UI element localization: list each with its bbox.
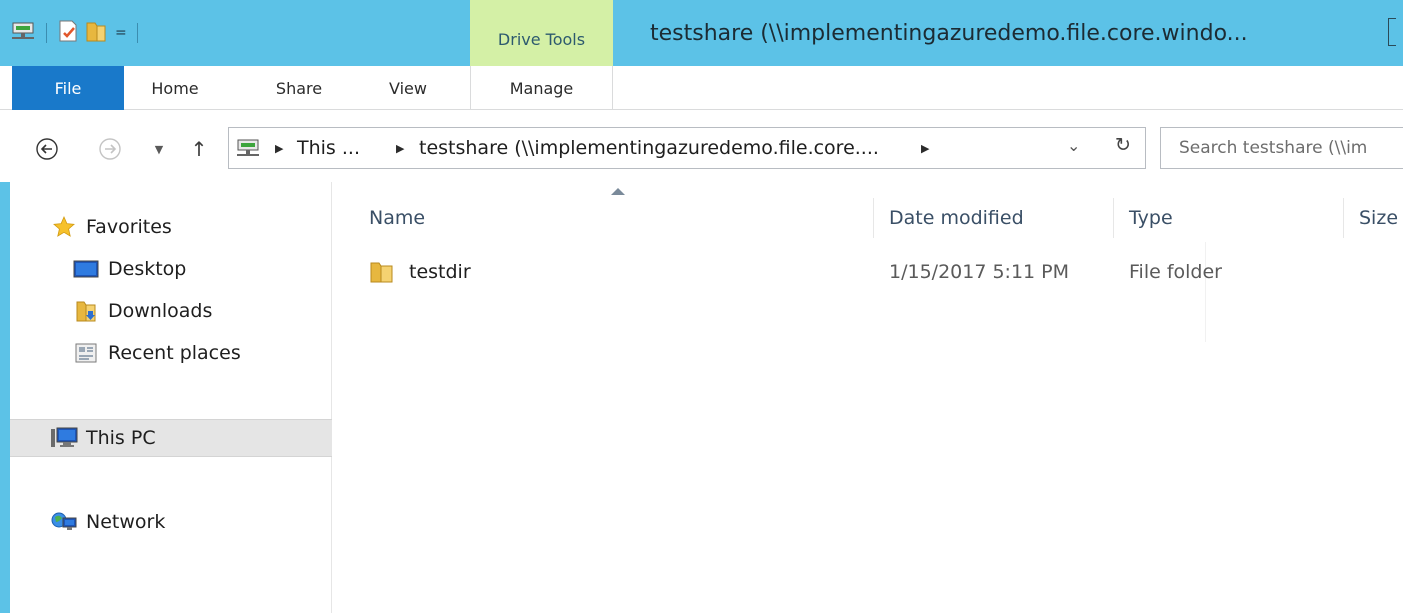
window-control-edge (1388, 18, 1396, 46)
column-header-type[interactable]: Type (1129, 198, 1173, 238)
sidebar-item-this-pc[interactable]: This PC (0, 419, 332, 457)
forward-button[interactable] (97, 136, 123, 162)
network-drive-icon (235, 138, 261, 164)
computer-icon (50, 426, 78, 450)
tab-home[interactable]: Home (140, 66, 210, 110)
new-folder-icon[interactable] (85, 19, 107, 47)
tab-share[interactable]: Share (258, 66, 340, 110)
quick-access-toolbar: = (10, 20, 142, 46)
properties-icon[interactable] (57, 19, 79, 47)
folder-icon (369, 252, 395, 292)
star-icon (50, 215, 78, 239)
breadcrumb-separator[interactable]: ▶ (275, 128, 283, 168)
desktop-icon (72, 257, 100, 281)
up-button[interactable]: ↑ (186, 136, 212, 162)
sidebar-item-label: Downloads (108, 300, 213, 322)
network-drive-icon[interactable] (10, 20, 36, 46)
table-row[interactable]: testdir 1/15/2017 5:11 PM File folder (347, 252, 1387, 292)
tab-file[interactable]: File (12, 66, 124, 110)
breadcrumb-separator[interactable]: ▶ (921, 128, 929, 168)
navigation-pane: Favorites Desktop Downloads Recent place… (0, 182, 332, 613)
column-header-date-modified[interactable]: Date modified (889, 198, 1024, 238)
breadcrumb-separator[interactable]: ▶ (396, 128, 404, 168)
downloads-icon (72, 299, 100, 323)
drive-tools-context-tab: Drive Tools (470, 0, 613, 66)
sidebar-item-desktop[interactable]: Desktop (0, 250, 332, 288)
sidebar-item-label: Recent places (108, 342, 241, 364)
column-separator[interactable] (1113, 198, 1114, 238)
tab-view[interactable]: View (372, 66, 444, 110)
qat-separator (136, 23, 138, 43)
file-type: File folder (1129, 261, 1222, 283)
search-box[interactable]: Search testshare (\\im (1160, 127, 1403, 169)
refresh-button[interactable]: ↻ (1115, 134, 1131, 156)
tab-manage[interactable]: Manage (470, 66, 613, 110)
recent-locations-dropdown[interactable]: ▼ (146, 136, 172, 162)
file-list: Name Date modified Type Size testdir 1/1… (333, 182, 1403, 613)
sidebar-item-network[interactable]: Network (0, 503, 332, 541)
sidebar-item-label: Network (86, 511, 166, 533)
sidebar-item-downloads[interactable]: Downloads (0, 292, 332, 330)
qat-separator (46, 23, 47, 43)
column-separator[interactable] (873, 198, 874, 238)
network-icon (50, 510, 78, 534)
title-bar: = Drive Tools testshare (\\implementinga… (0, 0, 1403, 66)
forward-arrow-icon (99, 138, 121, 160)
drive-tools-label: Drive Tools (497, 30, 586, 49)
window-title: testshare (\\implementingazuredemo.file.… (650, 21, 1248, 46)
sort-ascending-icon (611, 188, 625, 195)
back-arrow-icon (36, 138, 58, 160)
address-history-dropdown[interactable]: ⌄ (1067, 136, 1080, 155)
breadcrumb-testshare[interactable]: testshare (\\implementingazuredemo.file.… (419, 128, 879, 168)
sidebar-item-label: Favorites (86, 216, 172, 238)
column-separator[interactable] (1343, 198, 1344, 238)
window-left-border (0, 182, 10, 613)
column-header-size[interactable]: Size (1359, 198, 1398, 238)
breadcrumb-this-pc[interactable]: This ... (297, 128, 360, 168)
ribbon-tab-bar: File Home Share View Manage (0, 66, 1403, 110)
sidebar-item-label: Desktop (108, 258, 187, 280)
qat-customize-dropdown[interactable]: = (115, 25, 127, 41)
back-button[interactable] (34, 136, 60, 162)
sidebar-item-label: This PC (86, 427, 156, 449)
recent-places-icon (72, 341, 100, 365)
column-header-name[interactable]: Name (369, 198, 425, 238)
navigation-bar: ▼ ↑ ▶ This ... ▶ testshare (\\implementi… (0, 110, 1403, 182)
file-date-modified: 1/15/2017 5:11 PM (889, 261, 1070, 283)
search-placeholder: Search testshare (\\im (1179, 138, 1368, 158)
sidebar-item-favorites[interactable]: Favorites (0, 208, 332, 246)
file-name[interactable]: testdir (409, 252, 471, 292)
address-bar[interactable]: ▶ This ... ▶ testshare (\\implementingaz… (228, 127, 1146, 169)
sidebar-item-recent-places[interactable]: Recent places (0, 334, 332, 372)
